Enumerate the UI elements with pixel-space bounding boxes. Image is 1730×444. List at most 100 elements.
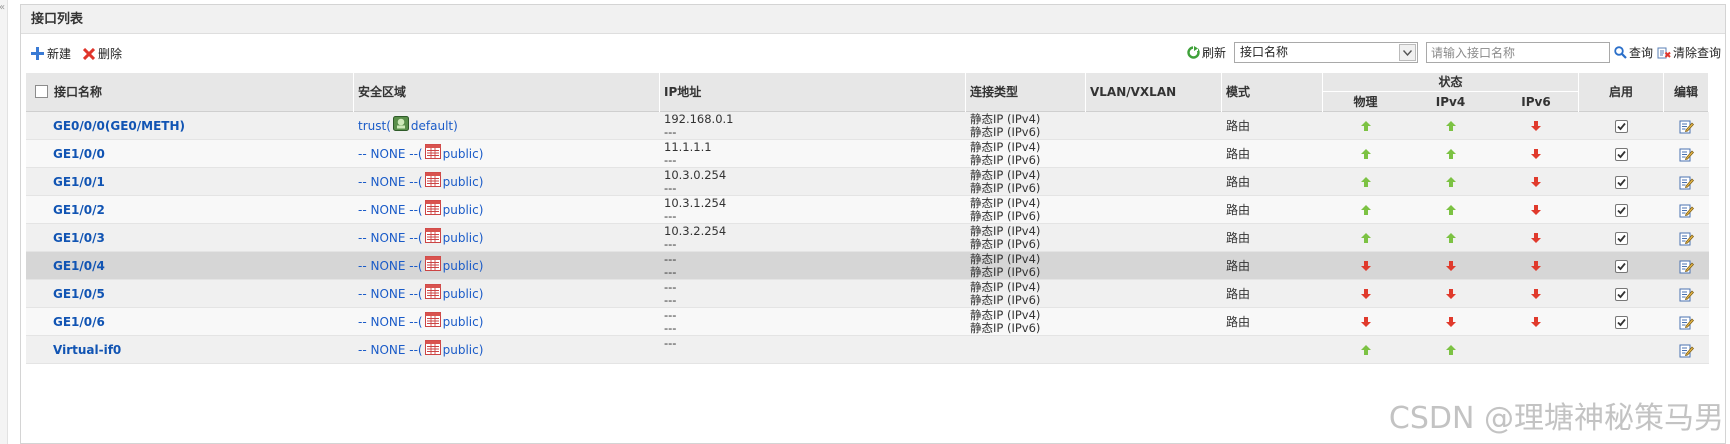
collapse-sidebar-tab[interactable]: « <box>0 0 8 444</box>
search-input[interactable] <box>1425 42 1610 63</box>
table-row[interactable]: GE1/0/5 -- NONE --( public) --- --- 静态IP (IP… <box>26 280 1709 308</box>
table-body: GE0/0/0(GE0/METH) trust( default) 192.168.… <box>26 112 1709 364</box>
col-status-header: 状态 <box>1323 73 1578 92</box>
enable-checkbox[interactable] <box>1615 119 1628 133</box>
col-conn-header[interactable]: 连接类型 <box>966 73 1086 112</box>
col-enable-header[interactable]: 启用 <box>1579 73 1664 112</box>
edit-icon[interactable] <box>1679 315 1694 330</box>
refresh-icon <box>1187 46 1200 59</box>
new-button[interactable]: 新建 <box>31 45 71 62</box>
connection-type-ipv6: 静态IP (IPv6) <box>970 265 1041 279</box>
col-mode-header[interactable]: 模式 <box>1222 73 1323 112</box>
edit-icon[interactable] <box>1679 119 1694 134</box>
interface-name-link[interactable]: GE1/0/0 <box>26 140 354 168</box>
table-row[interactable]: GE1/0/0 -- NONE --( public) 11.1.1.1 --- 静态I… <box>26 140 1709 168</box>
col-edit-header: 编辑 <box>1664 73 1709 112</box>
edit-icon[interactable] <box>1679 343 1694 358</box>
table-row[interactable]: GE1/0/2 -- NONE --( public) 10.3.1.254 --- 静… <box>26 196 1709 224</box>
security-zone-link[interactable]: -- NONE --( public) <box>354 224 660 252</box>
security-zone-link[interactable]: -- NONE --( public) <box>354 196 660 224</box>
refresh-button[interactable]: 刷新 <box>1187 44 1226 61</box>
enable-checkbox[interactable] <box>1615 231 1628 245</box>
interface-name-link[interactable]: GE1/0/6 <box>26 308 354 336</box>
col-ip-header[interactable]: IP地址 <box>660 73 966 112</box>
enable-checkbox[interactable] <box>1615 287 1628 301</box>
security-zone-link[interactable]: -- NONE --( public) <box>354 336 660 364</box>
interface-name-link[interactable]: GE1/0/2 <box>26 196 354 224</box>
interface-name-link[interactable]: GE1/0/4 <box>26 252 354 280</box>
edit-icon[interactable] <box>1679 287 1694 302</box>
toolbar: 新建 删除 刷新 接口名称 请输入接口名称 查询 清除查询 <box>21 34 1725 72</box>
chevron-down-icon[interactable] <box>1398 44 1416 61</box>
connection-type-ipv6: 静态IP (IPv6) <box>970 181 1041 195</box>
security-zone-link[interactable]: -- NONE --( public) <box>354 280 660 308</box>
physical-status-up-icon <box>1323 224 1408 252</box>
ipv4-status-up-icon <box>1408 112 1493 140</box>
ipv6-address: --- <box>664 181 677 195</box>
col-physical-header[interactable]: 物理 <box>1323 93 1408 112</box>
mode-cell: 路由 <box>1226 259 1251 273</box>
table-row[interactable]: GE1/0/3 -- NONE --( public) 10.3.2.254 --- 静… <box>26 224 1709 252</box>
physical-status-up-icon <box>1323 196 1408 224</box>
col-name-header[interactable]: 接口名称 <box>26 73 354 112</box>
interface-name-link[interactable]: GE1/0/3 <box>26 224 354 252</box>
col-vlan-header[interactable]: VLAN/VXLAN <box>1086 73 1222 112</box>
security-zone-link[interactable]: -- NONE --( public) <box>354 308 660 336</box>
ipv6-address: --- <box>664 265 677 279</box>
ipv6-status-down-icon <box>1493 280 1579 308</box>
ipv4-status-down-icon <box>1408 308 1493 336</box>
col-zone-header[interactable]: 安全区域 <box>354 73 660 112</box>
enable-checkbox[interactable] <box>1615 203 1628 217</box>
ipv4-status-down-icon <box>1408 252 1493 280</box>
ipv4-status-up-icon <box>1408 196 1493 224</box>
clear-query-button[interactable]: 清除查询 <box>1657 44 1721 61</box>
interface-name-link[interactable]: GE1/0/5 <box>26 280 354 308</box>
edit-icon[interactable] <box>1679 175 1694 190</box>
select-all-checkbox[interactable] <box>35 85 48 98</box>
table-row[interactable]: Virtual-if0 -- NONE --( public) --- <box>26 336 1709 364</box>
security-zone-link[interactable]: trust( default) <box>354 112 660 140</box>
mode-cell: 路由 <box>1226 203 1251 217</box>
connection-type-ipv6: 静态IP (IPv6) <box>970 293 1041 307</box>
security-zone-link[interactable]: -- NONE --( public) <box>354 252 660 280</box>
ip-address-cell: 10.3.0.254 --- <box>660 168 966 196</box>
interface-name-link[interactable]: GE0/0/0(GE0/METH) <box>26 112 354 140</box>
interface-name-link[interactable]: Virtual-if0 <box>26 336 354 364</box>
security-zone-link[interactable]: -- NONE --( public) <box>354 168 660 196</box>
physical-status-down-icon <box>1323 308 1408 336</box>
panel-title: 接口列表 <box>21 5 1725 34</box>
interface-name-link[interactable]: GE1/0/1 <box>26 168 354 196</box>
edit-icon[interactable] <box>1679 259 1694 274</box>
ipv6-address: --- <box>664 209 677 223</box>
ipv6-address: --- <box>664 153 677 167</box>
ipv6-status-down-icon <box>1493 308 1579 336</box>
filter-field-select[interactable]: 接口名称 <box>1233 42 1418 63</box>
ipv6-status-down-icon <box>1493 140 1579 168</box>
query-button[interactable]: 查询 <box>1614 44 1653 61</box>
edit-icon[interactable] <box>1679 203 1694 218</box>
plus-icon <box>31 47 44 60</box>
ipv6-address: --- <box>664 125 677 139</box>
enable-checkbox[interactable] <box>1615 315 1628 329</box>
physical-status-up-icon <box>1323 168 1408 196</box>
edit-icon[interactable] <box>1679 231 1694 246</box>
enable-checkbox[interactable] <box>1615 259 1628 273</box>
zone-public-icon <box>423 283 443 299</box>
col-ipv6-header[interactable]: IPv6 <box>1493 93 1579 112</box>
table-row[interactable]: GE1/0/4 -- NONE --( public) --- --- 静态IP (IP… <box>26 252 1709 280</box>
physical-status-up-icon <box>1323 336 1408 364</box>
mode-cell: 路由 <box>1226 287 1251 301</box>
enable-checkbox[interactable] <box>1615 147 1628 161</box>
ipv6-status-down-icon <box>1493 224 1579 252</box>
table-row[interactable]: GE1/0/6 -- NONE --( public) --- --- 静态IP (IP… <box>26 308 1709 336</box>
col-ipv4-header[interactable]: IPv4 <box>1408 93 1493 112</box>
table-row[interactable]: GE1/0/1 -- NONE --( public) 10.3.0.254 --- 静… <box>26 168 1709 196</box>
connection-type-cell: 静态IP (IPv4) 静态IP (IPv6) <box>966 196 1086 224</box>
table-row[interactable]: GE0/0/0(GE0/METH) trust( default) 192.168.… <box>26 112 1709 140</box>
enable-checkbox[interactable] <box>1615 175 1628 189</box>
zone-public-icon <box>423 311 443 327</box>
edit-icon[interactable] <box>1679 147 1694 162</box>
ipv6-address: --- <box>664 293 677 307</box>
security-zone-link[interactable]: -- NONE --( public) <box>354 140 660 168</box>
delete-button[interactable]: 删除 <box>83 45 122 62</box>
